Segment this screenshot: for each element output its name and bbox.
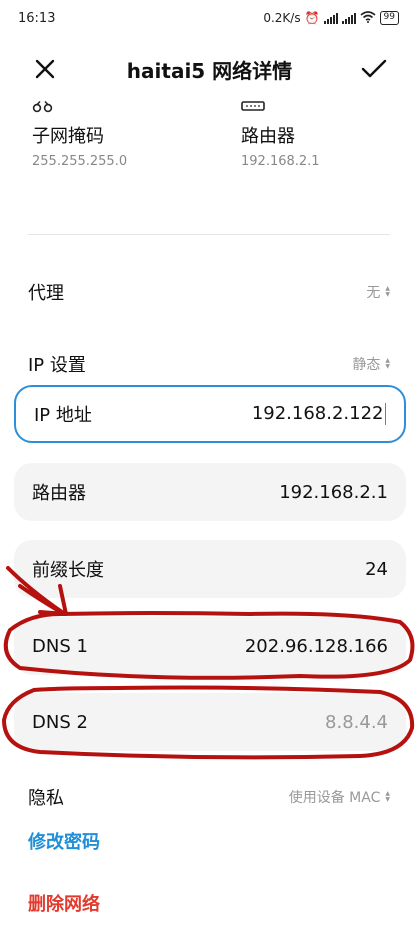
ip-address-field[interactable]: IP 地址 192.168.2.122 <box>14 385 406 443</box>
router-value: 192.168.2.1 <box>241 154 320 169</box>
subnet-icon <box>32 98 212 113</box>
gateway-label: 路由器 <box>32 483 86 504</box>
wifi-icon <box>360 10 376 26</box>
updown-chevron-icon: ▲ ▼ <box>385 790 390 803</box>
ip-settings-row[interactable]: IP 设置 静态 ▲ ▼ <box>28 349 390 379</box>
prefix-length-field[interactable]: 前缀长度 24 <box>14 540 406 598</box>
status-indicators: 0.2K/s ⏰ 99 <box>263 10 399 26</box>
prefix-length-value[interactable]: 24 <box>365 559 388 580</box>
updown-chevron-icon: ▲ ▼ <box>385 357 390 370</box>
section-divider <box>28 234 390 235</box>
proxy-row[interactable]: 代理 无 ▲ ▼ <box>28 277 390 307</box>
subnet-mask-info: 子网掩码 255.255.255.0 <box>32 98 212 169</box>
dns1-label: DNS 1 <box>32 635 88 657</box>
status-bar: 16:13 0.2K/s ⏰ 99 <box>0 0 419 36</box>
signal-hd-icon <box>341 12 356 24</box>
ip-settings-label: IP 设置 <box>28 355 86 376</box>
network-info-grid: 子网掩码 255.255.255.0 路由器 192.168.2.1 <box>32 98 392 169</box>
proxy-value: 无 <box>366 285 381 301</box>
dns2-field[interactable]: DNS 2 8.8.4.4 <box>14 693 406 751</box>
network-speed: 0.2K/s <box>263 11 301 25</box>
proxy-label: 代理 <box>28 283 64 304</box>
proxy-selector[interactable]: 无 ▲ ▼ <box>366 282 390 302</box>
router-icon <box>241 98 419 112</box>
ip-settings-selector[interactable]: 静态 ▲ ▼ <box>352 354 390 374</box>
updown-chevron-icon: ▲ ▼ <box>385 285 390 298</box>
dns2-value[interactable]: 8.8.4.4 <box>325 712 388 733</box>
subnet-mask-value: 255.255.255.0 <box>32 154 128 169</box>
signal-icon <box>323 12 338 24</box>
router-label: 路由器 <box>241 126 295 147</box>
dns1-value[interactable]: 202.96.128.166 <box>245 636 388 657</box>
prefix-length-label: 前缀长度 <box>32 560 104 581</box>
privacy-row[interactable]: 隐私 使用设备 MAC ▲ ▼ <box>28 782 390 812</box>
privacy-label: 隐私 <box>28 788 64 809</box>
ip-settings-value: 静态 <box>352 357 381 373</box>
text-cursor <box>384 403 386 426</box>
alarm-icon: ⏰ <box>304 11 320 25</box>
battery-indicator: 99 <box>379 11 399 25</box>
status-time: 16:13 <box>18 10 56 26</box>
page-title: haitai5 网络详情 <box>126 58 293 83</box>
close-icon[interactable] <box>32 56 58 82</box>
delete-network-link[interactable]: 删除网络 <box>28 890 100 916</box>
subnet-mask-label: 子网掩码 <box>32 126 104 147</box>
ip-address-value: 192.168.2.122 <box>251 402 384 424</box>
gateway-field[interactable]: 路由器 192.168.2.1 <box>14 463 406 521</box>
change-password-link[interactable]: 修改密码 <box>28 828 100 854</box>
privacy-value: 使用设备 MAC <box>288 790 381 806</box>
privacy-selector[interactable]: 使用设备 MAC ▲ ▼ <box>289 787 390 807</box>
ip-address-label: IP 地址 <box>34 405 92 426</box>
dns2-label: DNS 2 <box>32 711 88 733</box>
router-info: 路由器 192.168.2.1 <box>241 98 419 169</box>
check-icon[interactable] <box>361 56 387 82</box>
dns1-field[interactable]: DNS 1 202.96.128.166 <box>14 617 406 675</box>
ip-address-input[interactable]: 192.168.2.122 <box>252 403 386 426</box>
page-header: haitai5 网络详情 <box>0 46 419 92</box>
gateway-value[interactable]: 192.168.2.1 <box>279 482 388 503</box>
